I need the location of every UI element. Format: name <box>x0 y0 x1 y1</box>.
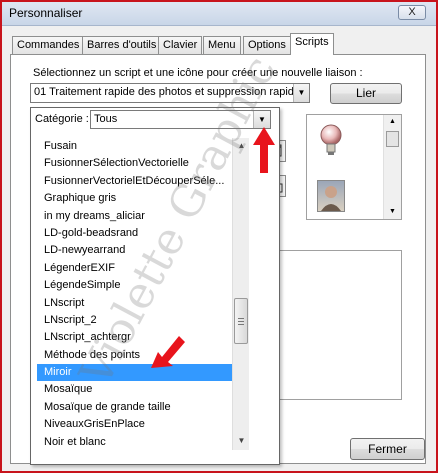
red-arrow-diagonal-icon <box>151 336 185 368</box>
icon-grid-scrollbar[interactable]: ▲ ▼ <box>383 115 401 219</box>
tab-barres-outils[interactable]: Barres d'outils <box>82 36 162 54</box>
list-item[interactable]: Noir et blanc <box>37 434 232 450</box>
close-button[interactable]: Fermer <box>350 438 425 460</box>
list-item[interactable]: Mosaïque de grande taille <box>37 399 232 416</box>
person-icon[interactable] <box>317 180 345 212</box>
tab-commandes[interactable]: Commandes <box>12 36 85 54</box>
tab-menu[interactable]: Menu <box>203 36 241 54</box>
list-item[interactable]: NiveauxGrisEnPlace <box>37 416 232 433</box>
scrollbar-thumb[interactable] <box>234 298 248 344</box>
category-label: Catégorie : <box>35 113 89 125</box>
window-title: Personnaliser <box>9 6 83 20</box>
link-button[interactable]: Lier <box>330 83 402 104</box>
list-item-selected[interactable]: Miroir <box>37 364 232 382</box>
lightbulb-icon[interactable] <box>318 122 344 163</box>
list-item[interactable]: Mosaïque <box>37 381 232 398</box>
chevron-down-icon[interactable]: ▼ <box>293 84 309 102</box>
tab-options[interactable]: Options <box>243 36 291 54</box>
list-scrollbar[interactable]: ▲ ▼ <box>232 138 249 450</box>
red-arrow-up-icon <box>253 127 275 173</box>
instruction-text: Sélectionnez un script et une icône pour… <box>33 67 363 79</box>
tab-scripts[interactable]: Scripts <box>290 33 334 55</box>
close-window-button[interactable]: X <box>398 5 426 20</box>
scroll-down-icon[interactable]: ▼ <box>233 433 250 449</box>
tab-clavier[interactable]: Clavier <box>158 36 203 54</box>
